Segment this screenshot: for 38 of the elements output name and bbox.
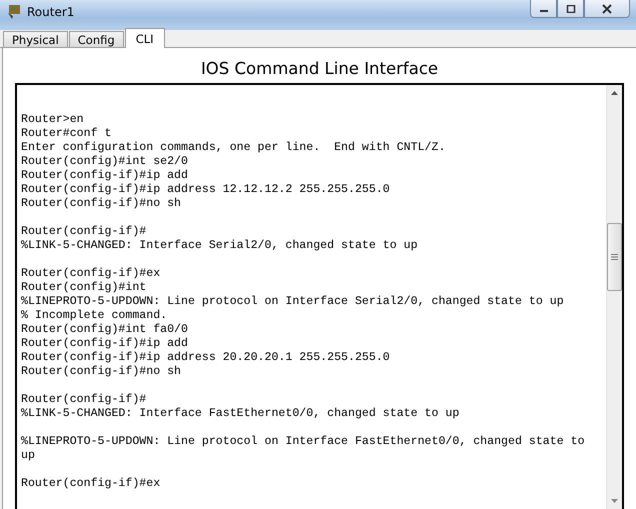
terminal-line: %LINK-5-CHANGED: Interface Serial2/0, changed state to up	[21, 239, 419, 253]
terminal-line: % Incomplete command.	[21, 309, 168, 323]
terminal-line: Router(config-if)#ip add	[21, 337, 189, 351]
terminal-line: Router(config-if)#no sh	[21, 365, 182, 379]
maximize-button[interactable]	[557, 0, 584, 18]
scroll-thumb[interactable]	[607, 223, 622, 291]
terminal-line: up	[21, 449, 36, 463]
terminal-line: %LINK-5-CHANGED: Interface FastEthernet0/0, changed state to up	[21, 407, 460, 421]
terminal-line: %LINEPROTO-5-UPDOWN: Line protocol on Interface Serial2/0, changed state to up	[21, 295, 565, 309]
terminal-line: Router(config-if)#	[21, 393, 148, 407]
terminal-line: Router(config)#int	[21, 281, 148, 295]
tab[interactable]: CLI	[124, 28, 165, 48]
panel-heading: IOS Command Line Interface	[200, 58, 440, 80]
terminal-line: Router(config-if)#ex	[21, 477, 162, 491]
terminal-line: Router>en	[21, 113, 85, 127]
grip-icon	[611, 254, 618, 260]
tab[interactable]: Config	[68, 31, 124, 47]
close-icon	[602, 4, 612, 14]
window-title: Router1	[27, 5, 74, 19]
minimize-button[interactable]	[530, 0, 557, 18]
maximize-icon	[566, 4, 576, 12]
terminal-line: Router(config-if)#ip add	[21, 169, 189, 183]
terminal-line: Router(config)#int fa0/0	[21, 323, 189, 337]
terminal-line: Router#conf t	[21, 127, 112, 141]
terminal-line: Router(config-if)#ip address 20.20.20.1 255.255.255.0	[21, 351, 391, 365]
close-button[interactable]	[584, 0, 630, 18]
scrollbar[interactable]	[606, 85, 622, 509]
terminal-line: Router(config-if)#no sh	[21, 197, 182, 211]
scroll-up-icon[interactable]	[611, 91, 618, 95]
terminal-line: Enter configuration commands, one per line. End with CNTL/Z.	[21, 141, 446, 155]
terminal-line: %LINEPROTO-5-UPDOWN: Line protocol on Interface FastEthernet0/0, changed state to	[21, 435, 586, 449]
terminal-line: Router(config-if)#ip address 12.12.12.2 255.255.255.0	[21, 183, 391, 197]
tab[interactable]: Physical	[3, 31, 68, 47]
terminal-line: Router(config-if)#	[21, 225, 148, 239]
terminal-line: Router(config-if)#ex	[21, 267, 162, 281]
terminal-line: Router(config)#int se2/0	[21, 155, 189, 169]
scroll-down-icon[interactable]	[611, 499, 618, 503]
router-icon	[6, 4, 22, 20]
